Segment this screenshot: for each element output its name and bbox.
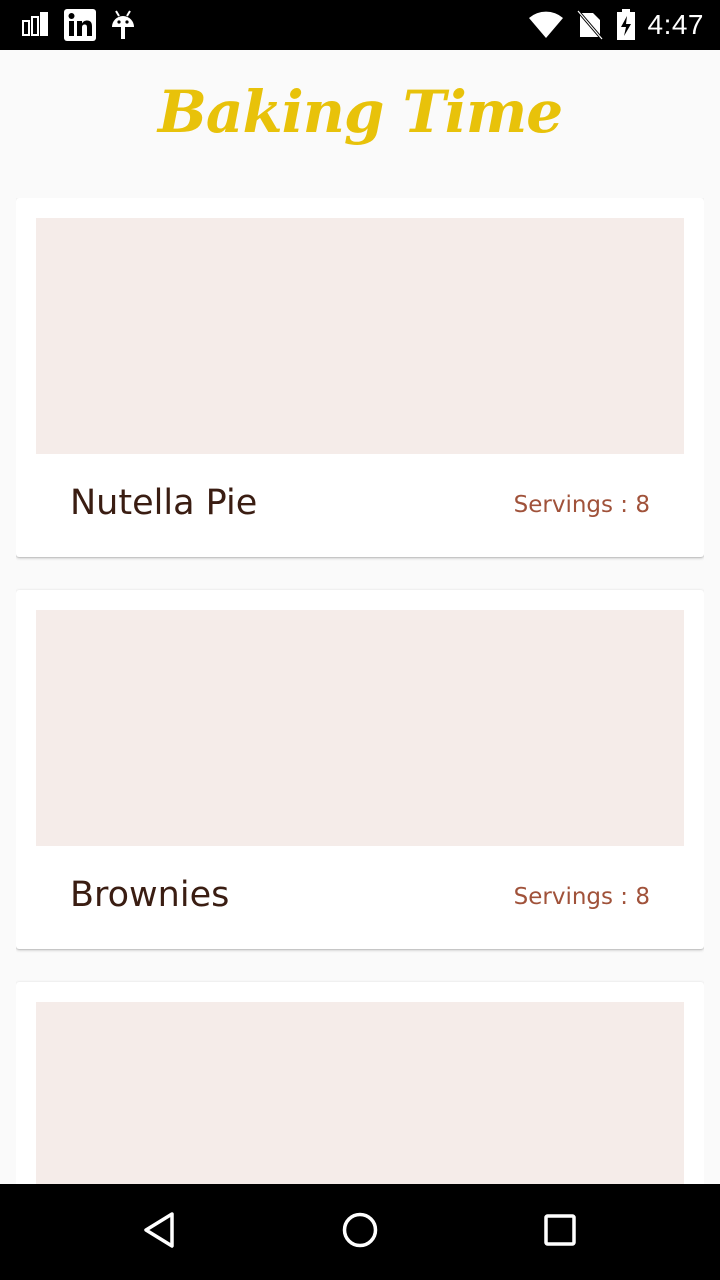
recipe-servings: Servings : 8	[513, 492, 650, 518]
recipe-image-placeholder	[36, 1002, 684, 1184]
recents-button[interactable]	[536, 1208, 584, 1256]
linkedin-icon	[64, 9, 96, 41]
navigation-bar	[0, 1184, 720, 1280]
status-bar: 4:47	[0, 0, 720, 50]
recipe-name: Brownies	[70, 875, 230, 915]
recipe-list[interactable]: Nutella Pie Servings : 8 Brownies Servin…	[16, 198, 704, 1184]
status-right-icons: 4:47	[528, 8, 705, 42]
recipe-card[interactable]: Nutella Pie Servings : 8	[16, 198, 704, 557]
home-icon	[340, 1210, 380, 1254]
battery-charging-icon	[616, 9, 636, 41]
recents-icon	[540, 1210, 580, 1254]
android-icon	[110, 9, 136, 41]
wifi-icon	[528, 10, 564, 40]
recipe-card[interactable]	[16, 982, 704, 1184]
recipe-name: Nutella Pie	[70, 483, 258, 523]
back-button[interactable]	[136, 1208, 184, 1256]
app-bar: Baking Time	[0, 50, 720, 196]
sim-stack-icon	[20, 10, 50, 40]
status-left-icons	[20, 8, 136, 42]
recipe-image-placeholder	[36, 610, 684, 846]
app-title-logo: Baking Time	[157, 78, 563, 146]
back-icon	[140, 1210, 180, 1254]
clock: 4:47	[647, 9, 704, 40]
no-sim-icon	[576, 9, 604, 41]
recipe-image-placeholder	[36, 218, 684, 454]
recipe-card[interactable]: Brownies Servings : 8	[16, 590, 704, 949]
home-button[interactable]	[336, 1208, 384, 1256]
recipe-servings: Servings : 8	[513, 884, 650, 910]
